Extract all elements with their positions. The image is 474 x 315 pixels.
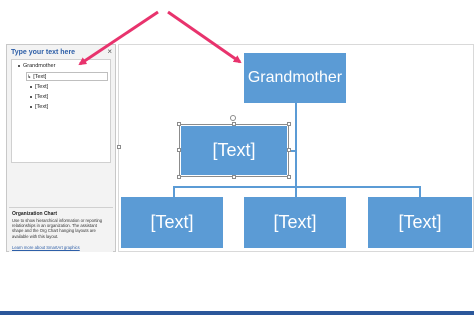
arrow-to-top-node [167,10,242,64]
arrow-to-pane-item [78,10,159,66]
annotation-arrows [78,10,242,66]
status-bar-strip [0,311,474,315]
